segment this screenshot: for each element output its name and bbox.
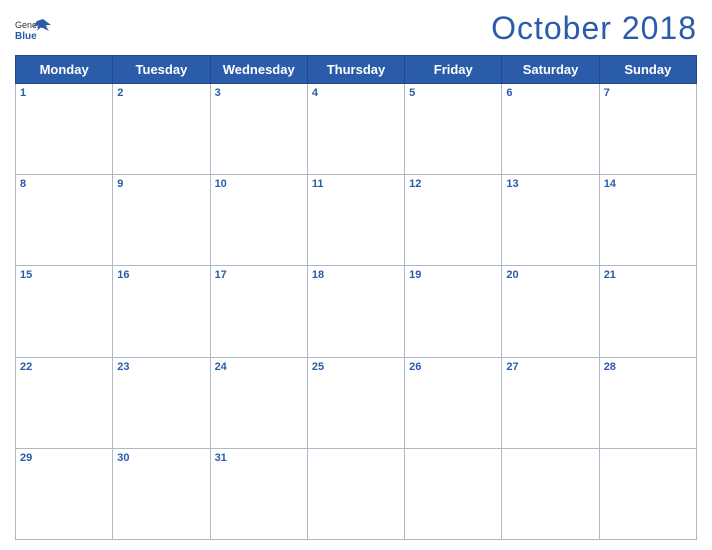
day-number: 26 <box>409 361 497 373</box>
day-number: 1 <box>20 87 108 99</box>
calendar-day-cell: 15 <box>16 266 113 357</box>
calendar-week-row: 22 23 24 25 26 27 28 <box>16 357 697 448</box>
day-number: 23 <box>117 361 205 373</box>
day-number: 31 <box>215 452 303 464</box>
day-number: 29 <box>20 452 108 464</box>
calendar-day-cell: 20 <box>502 266 599 357</box>
day-number: 21 <box>604 269 692 281</box>
header-friday: Friday <box>405 56 502 84</box>
day-number: 17 <box>215 269 303 281</box>
day-number: 11 <box>312 178 400 190</box>
day-number: 18 <box>312 269 400 281</box>
day-number: 6 <box>506 87 594 99</box>
calendar-table: Monday Tuesday Wednesday Thursday Friday… <box>15 55 697 540</box>
day-number: 4 <box>312 87 400 99</box>
header: General Blue October 2018 <box>15 10 697 47</box>
header-saturday: Saturday <box>502 56 599 84</box>
day-number: 8 <box>20 178 108 190</box>
calendar-day-cell: 3 <box>210 84 307 175</box>
calendar-day-cell: 26 <box>405 357 502 448</box>
calendar-day-cell: 22 <box>16 357 113 448</box>
calendar-week-row: 29 30 31 <box>16 448 697 539</box>
day-number: 12 <box>409 178 497 190</box>
calendar-day-cell: 1 <box>16 84 113 175</box>
day-number: 27 <box>506 361 594 373</box>
calendar-day-cell: 30 <box>113 448 210 539</box>
header-tuesday: Tuesday <box>113 56 210 84</box>
day-number: 9 <box>117 178 205 190</box>
calendar-day-cell: 19 <box>405 266 502 357</box>
calendar-day-cell: 21 <box>599 266 696 357</box>
calendar-day-cell: 24 <box>210 357 307 448</box>
day-number: 15 <box>20 269 108 281</box>
day-number: 14 <box>604 178 692 190</box>
calendar-day-cell: 27 <box>502 357 599 448</box>
calendar-day-cell: 16 <box>113 266 210 357</box>
calendar-day-cell: 25 <box>307 357 404 448</box>
day-number: 25 <box>312 361 400 373</box>
calendar-day-cell: 13 <box>502 175 599 266</box>
day-number: 5 <box>409 87 497 99</box>
calendar-day-cell: 5 <box>405 84 502 175</box>
day-number: 2 <box>117 87 205 99</box>
calendar-day-cell <box>502 448 599 539</box>
header-sunday: Sunday <box>599 56 696 84</box>
day-number: 19 <box>409 269 497 281</box>
calendar-day-cell: 29 <box>16 448 113 539</box>
day-number: 3 <box>215 87 303 99</box>
svg-text:Blue: Blue <box>15 31 37 41</box>
day-number: 30 <box>117 452 205 464</box>
calendar-day-cell: 12 <box>405 175 502 266</box>
day-number: 10 <box>215 178 303 190</box>
calendar-day-cell: 7 <box>599 84 696 175</box>
day-number: 16 <box>117 269 205 281</box>
calendar-week-row: 1234567 <box>16 84 697 175</box>
calendar-day-cell: 8 <box>16 175 113 266</box>
day-headers-row: Monday Tuesday Wednesday Thursday Friday… <box>16 56 697 84</box>
calendar-day-cell: 23 <box>113 357 210 448</box>
calendar-week-row: 15 16 17 18 19 20 21 <box>16 266 697 357</box>
header-thursday: Thursday <box>307 56 404 84</box>
calendar-title: October 2018 <box>491 10 697 47</box>
calendar-day-cell: 18 <box>307 266 404 357</box>
day-number: 20 <box>506 269 594 281</box>
day-number: 24 <box>215 361 303 373</box>
calendar-day-cell: 6 <box>502 84 599 175</box>
calendar-day-cell: 14 <box>599 175 696 266</box>
day-number: 7 <box>604 87 692 99</box>
calendar-day-cell <box>405 448 502 539</box>
calendar-day-cell: 4 <box>307 84 404 175</box>
header-wednesday: Wednesday <box>210 56 307 84</box>
calendar-day-cell: 31 <box>210 448 307 539</box>
calendar-week-row: 89 10 11 12 13 14 <box>16 175 697 266</box>
calendar-page: General Blue October 2018 Monday Tuesday… <box>0 0 712 550</box>
calendar-day-cell: 2 <box>113 84 210 175</box>
calendar-day-cell <box>307 448 404 539</box>
calendar-day-cell: 10 <box>210 175 307 266</box>
logo: General Blue <box>15 17 51 41</box>
logo-icon: General Blue <box>15 17 51 41</box>
day-number: 13 <box>506 178 594 190</box>
calendar-day-cell: 17 <box>210 266 307 357</box>
calendar-day-cell: 11 <box>307 175 404 266</box>
day-number: 22 <box>20 361 108 373</box>
calendar-day-cell: 9 <box>113 175 210 266</box>
header-monday: Monday <box>16 56 113 84</box>
calendar-day-cell <box>599 448 696 539</box>
day-number: 28 <box>604 361 692 373</box>
calendar-day-cell: 28 <box>599 357 696 448</box>
